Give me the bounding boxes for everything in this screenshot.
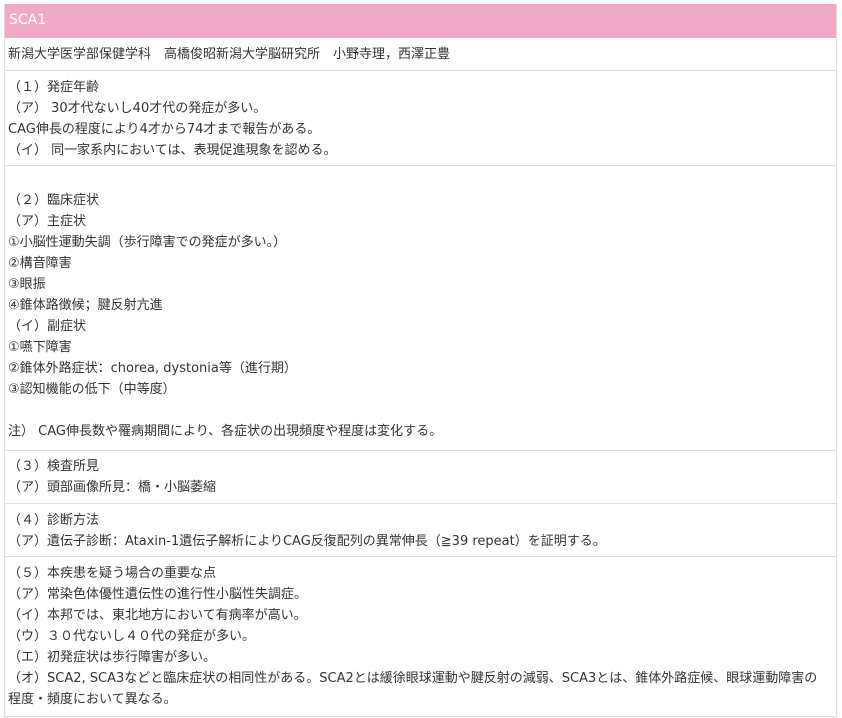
text-line: （ア）常染色体優性遺伝性の進行性小脳性失調症。 [8,587,308,602]
text-line: （オ）SCA2, SCA3などと臨床症状の相同性がある。SCA2とは緩徐眼球運動… [8,671,818,707]
section-heading: （４）診断方法 [8,513,100,528]
section-diagnosis: （４）診断方法 （ア）遺伝子診断：Ataxin-1遺伝子解析によりCAG反復配列… [5,504,836,557]
text-line: （イ）本邦では、東北地方において有病率が高い。 [8,608,307,623]
section-heading: （３）検査所見 [8,459,100,474]
section-clinical-symptoms: （２）臨床症状 （ア）主症状 ①小脳性運動失調（歩行障害での発症が多い。） ②構… [5,166,836,451]
section-onset-age: （１）発症年齢 （ア） 30才代ないし40才代の発症が多い。 CAG伸長の程度に… [5,71,836,166]
text-line: ①小脳性運動失調（歩行障害での発症が多い。） [8,235,287,250]
document: SCA1 新潟大学医学部保健学科 高橋俊昭新潟大学脳研究所 小野寺理，西澤正豊 … [4,4,837,717]
text-line: CAG伸長の程度により4才から74才まで報告がある。 [8,122,321,137]
section-heading: （１）発症年齢 [8,80,100,95]
section-findings: （３）検査所見 （ア）頭部画像所見：橋・小脳萎縮 [5,451,836,504]
section-heading: （５）本疾患を疑う場合の重要な点 [8,566,217,581]
text-line: （ア）遺伝子診断：Ataxin-1遺伝子解析によりCAG反復配列の異常伸長（≧3… [8,534,606,549]
page-title: SCA1 [5,4,836,39]
section-heading: （２）臨床症状 [8,193,100,208]
text-line: （エ）初発症状は歩行障害が多い。 [8,650,217,665]
note-text: 注） CAG伸長数や罹病期間により、各症状の出現頻度や程度は変化する。 [8,424,443,439]
text-line: ②錐体外路症状：chorea, dystonia等（進行期） [8,361,297,376]
text-line: （ア）頭部画像所見：橋・小脳萎縮 [8,480,217,495]
text-line: ③認知機能の低下（中等度） [8,382,176,397]
text-line: （イ） 同一家系内においては、表現促進現象を認める。 [8,143,337,158]
authors-text: 新潟大学医学部保健学科 高橋俊昭新潟大学脳研究所 小野寺理，西澤正豊 [8,47,451,62]
text-line: （ア）主症状 [8,214,87,229]
text-line: ①嚥下障害 [8,340,72,355]
text-line: ③眼振 [8,277,46,292]
authors-row: 新潟大学医学部保健学科 高橋俊昭新潟大学脳研究所 小野寺理，西澤正豊 [5,39,836,71]
text-line: ②構音障害 [8,256,72,271]
text-line: （ウ）３０代ないし４０代の発症が多い。 [8,629,256,644]
text-line: （イ）副症状 [8,319,87,334]
section-key-points: （５）本疾患を疑う場合の重要な点 （ア）常染色体優性遺伝性の進行性小脳性失調症。… [5,557,836,717]
text-line: （ア） 30才代ないし40才代の発症が多い。 [8,101,267,116]
text-line: ④錐体路徴候；腱反射亢進 [8,298,163,313]
